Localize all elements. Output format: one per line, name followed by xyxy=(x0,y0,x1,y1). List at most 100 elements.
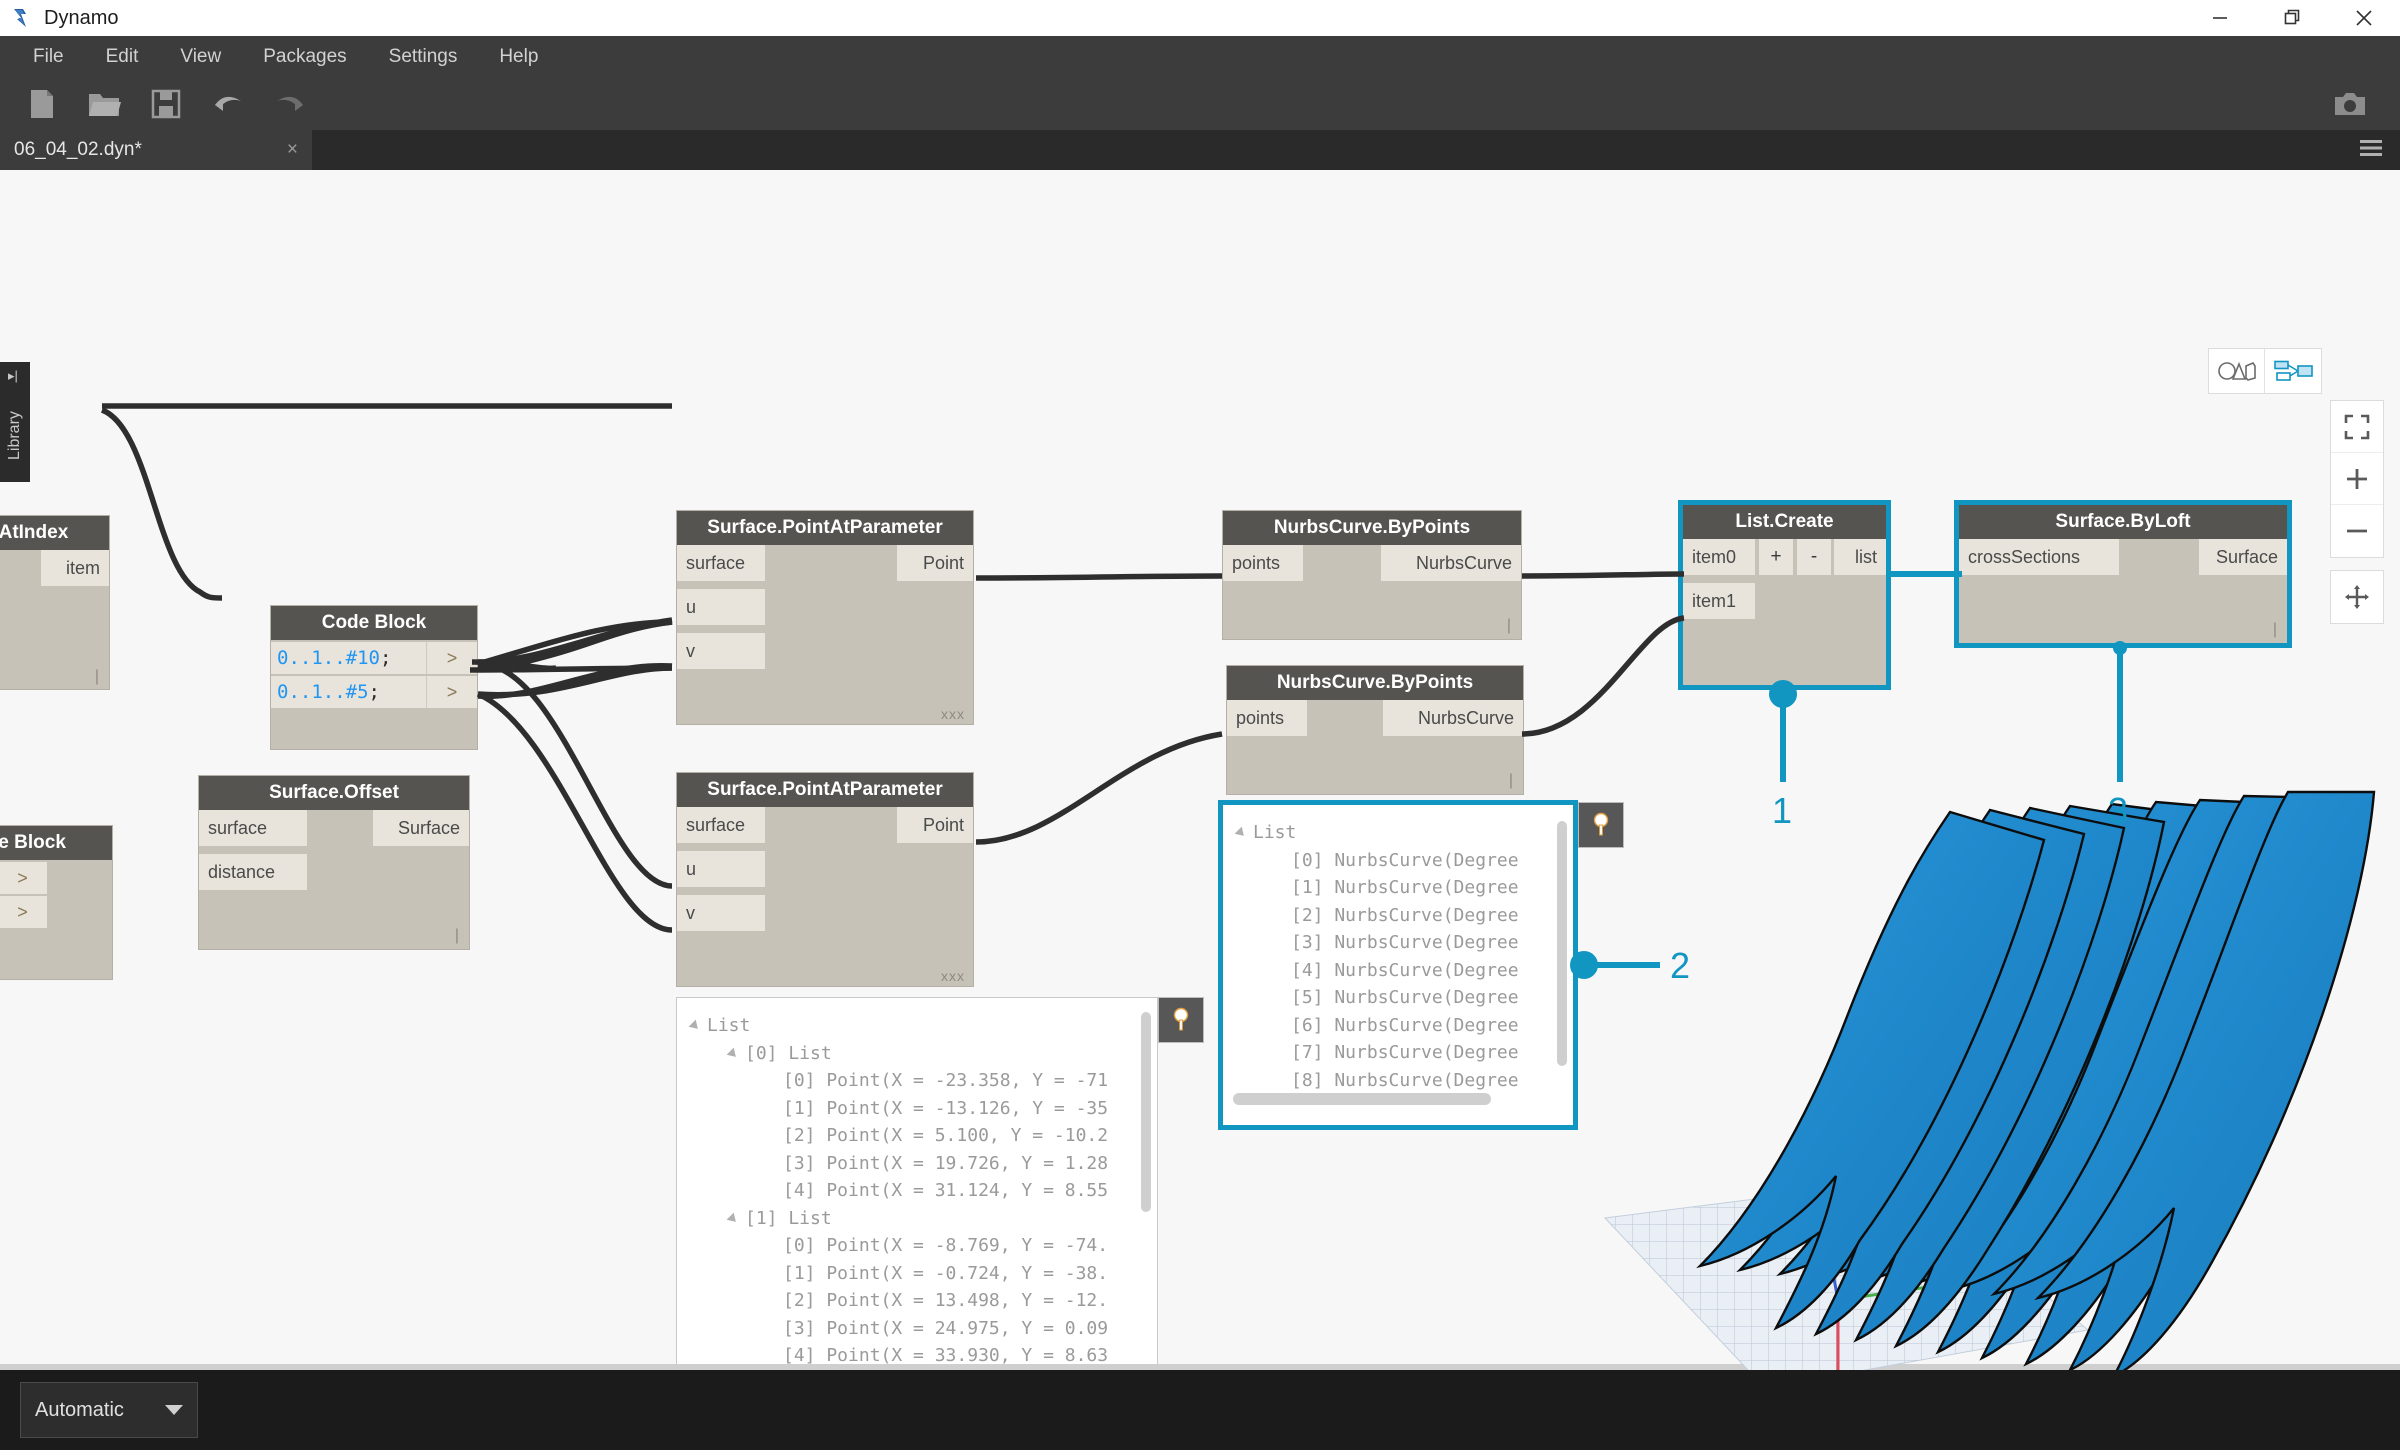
code-out-0[interactable]: > xyxy=(0,862,47,894)
node-nurbscurve-bypoints-2[interactable]: NurbsCurve.ByPoints points NurbsCurve | xyxy=(1226,665,1524,795)
zoom-in-button[interactable] xyxy=(2331,453,2383,505)
save-file-icon[interactable] xyxy=(144,84,188,124)
node-footer: | xyxy=(2272,621,2277,638)
preview-panel-curves[interactable]: List [0] NurbsCurve(Degree [1] NurbsCurve(… xyxy=(1218,800,1578,1130)
port-distance[interactable]: distance xyxy=(199,854,307,890)
view-mode-toggle[interactable] xyxy=(2208,348,2322,394)
pin-preview-button-points[interactable] xyxy=(1158,997,1204,1043)
preview-row: List xyxy=(688,1012,1108,1040)
preview-row-text: [4] NurbsCurve(Degree xyxy=(1291,959,1519,981)
preview-row-text: [0] Point(X = -23.358, Y = -71 xyxy=(783,1070,1109,1091)
preview-row: [5] NurbsCurve(Degree xyxy=(1237,984,1519,1012)
expand-panel-icon[interactable]: ▸| xyxy=(8,368,18,384)
node-surface-offset[interactable]: Surface.Offset surface distance Surface … xyxy=(198,775,470,950)
camera-icon[interactable] xyxy=(2328,84,2372,124)
port-surface[interactable]: surface xyxy=(677,807,765,843)
node-surface-pointatparameter-2[interactable]: Surface.PointAtParameter surface u v Poi… xyxy=(676,772,974,987)
maximize-icon[interactable] xyxy=(2256,0,2328,36)
port-surface[interactable]: surface xyxy=(677,545,765,581)
expand-caret-icon[interactable] xyxy=(726,1212,740,1225)
hamburger-menu-icon[interactable] xyxy=(2358,137,2384,164)
node-surface-byloft[interactable]: Surface.ByLoft crossSections Surface | xyxy=(1954,500,2292,648)
zoom-controls[interactable] xyxy=(2330,400,2384,558)
open-file-icon[interactable] xyxy=(82,84,126,124)
port-points[interactable]: points xyxy=(1223,545,1303,581)
port-v[interactable]: v xyxy=(677,895,765,931)
port-points[interactable]: points xyxy=(1227,700,1307,736)
vertical-scrollbar[interactable] xyxy=(1557,821,1567,1066)
node-nurbscurve-bypoints-1[interactable]: NurbsCurve.ByPoints points NurbsCurve | xyxy=(1222,510,1522,640)
node-footer: xxx xyxy=(941,706,965,722)
port-nurbscurve[interactable]: NurbsCurve xyxy=(1381,545,1521,581)
vertical-scrollbar[interactable] xyxy=(1141,1012,1151,1212)
library-panel-collapsed[interactable]: ▸| Library xyxy=(0,362,30,482)
menu-item-packages[interactable]: Packages xyxy=(242,36,367,78)
redo-icon[interactable] xyxy=(268,84,312,124)
port-u[interactable]: u xyxy=(677,589,765,625)
port-surface[interactable]: Surface xyxy=(2199,539,2287,575)
preview-panel-points[interactable]: List [0] List [0] Point(X = -23.358, Y = -… xyxy=(676,997,1158,1370)
port-list[interactable]: list xyxy=(1834,539,1886,575)
run-mode-dropdown[interactable]: Automatic xyxy=(20,1382,198,1438)
node-item-at-index[interactable]: mAtIndex item | xyxy=(0,515,110,690)
chevron-down-icon[interactable] xyxy=(165,1405,183,1415)
close-icon[interactable] xyxy=(2328,0,2400,36)
port-item[interactable]: item xyxy=(41,550,109,586)
menu-item-view[interactable]: View xyxy=(159,36,242,78)
tab-label: 06_04_02.dyn* xyxy=(14,139,142,160)
expand-caret-icon[interactable] xyxy=(688,1019,702,1033)
zoom-out-button[interactable] xyxy=(2331,505,2383,557)
node-code-block-left[interactable]: ode Block 0; 0; > > xyxy=(0,825,113,980)
preview-row: [4] NurbsCurve(Degree xyxy=(1237,957,1519,985)
preview-row: [3] NurbsCurve(Degree xyxy=(1237,929,1519,957)
graph-view-icon[interactable] xyxy=(2265,349,2321,393)
preview-row-text: [4] Point(X = 33.930, Y = 8.63 xyxy=(783,1345,1109,1366)
port-crosssections[interactable]: crossSections xyxy=(1959,539,2119,575)
preview-row-text: [0] NurbsCurve(Degree xyxy=(1291,849,1519,871)
zoom-to-fit-icon[interactable] xyxy=(2331,401,2383,453)
code-line-0[interactable]: 0..1..#10; xyxy=(271,642,426,674)
port-point[interactable]: Point xyxy=(897,807,973,843)
port-v[interactable]: v xyxy=(677,633,765,669)
code-line-1[interactable]: 0..1..#5; xyxy=(271,676,426,708)
add-input-button[interactable]: + xyxy=(1759,539,1793,575)
geometry-view-icon[interactable] xyxy=(2209,349,2265,393)
port-point[interactable]: Point xyxy=(897,545,973,581)
run-mode-label: Automatic xyxy=(35,1398,124,1421)
graph-canvas[interactable]: mAtIndex item | ode Block 0; 0; > > Code… xyxy=(0,170,2400,1370)
port-surface[interactable]: surface xyxy=(199,810,307,846)
menu-item-settings[interactable]: Settings xyxy=(368,36,479,78)
horizontal-scrollbar[interactable] xyxy=(1233,1093,1491,1105)
port-surface-out[interactable]: Surface xyxy=(373,810,469,846)
menu-item-file[interactable]: File xyxy=(12,36,85,78)
preview-row-text: [7] NurbsCurve(Degree xyxy=(1291,1042,1519,1063)
pan-icon[interactable] xyxy=(2331,571,2383,623)
port-nurbscurve[interactable]: NurbsCurve xyxy=(1383,700,1523,736)
port-u[interactable]: u xyxy=(677,851,765,887)
menu-item-edit[interactable]: Edit xyxy=(85,36,160,78)
menu-bar: File Edit View Packages Settings Help xyxy=(0,36,2400,78)
node-list-create[interactable]: List.Create item0 item1 + - list xyxy=(1678,500,1891,690)
node-code-block-main[interactable]: Code Block 0..1..#10; 0..1..#5; > > xyxy=(270,605,478,750)
expand-caret-icon[interactable] xyxy=(1234,826,1248,840)
menu-item-help[interactable]: Help xyxy=(478,36,559,78)
code-out-1[interactable]: > xyxy=(0,896,47,928)
undo-icon[interactable] xyxy=(206,84,250,124)
code-out-0[interactable]: > xyxy=(426,642,477,674)
new-file-icon[interactable] xyxy=(20,84,64,124)
tab-06-04-02-dyn[interactable]: 06_04_02.dyn* × xyxy=(0,130,312,170)
expand-caret-icon[interactable] xyxy=(726,1047,740,1060)
port-item0[interactable]: item0 xyxy=(1683,539,1755,575)
node-surface-pointatparameter-1[interactable]: Surface.PointAtParameter surface u v Poi… xyxy=(676,510,974,725)
node-title: NurbsCurve.ByPoints xyxy=(1227,666,1523,700)
pan-control[interactable] xyxy=(2330,570,2384,624)
preview-rows-points: List [0] List [0] Point(X = -23.358, Y = -… xyxy=(688,1012,1109,1370)
node-footer: | xyxy=(94,668,99,685)
minimize-icon[interactable] xyxy=(2184,0,2256,36)
preview-row-text: [2] Point(X = 13.498, Y = -12. xyxy=(783,1290,1109,1311)
pin-preview-button-curves[interactable] xyxy=(1578,802,1624,848)
close-icon[interactable]: × xyxy=(287,139,298,161)
port-item1[interactable]: item1 xyxy=(1683,583,1755,619)
code-out-1[interactable]: > xyxy=(426,676,477,708)
remove-input-button[interactable]: - xyxy=(1797,539,1831,575)
